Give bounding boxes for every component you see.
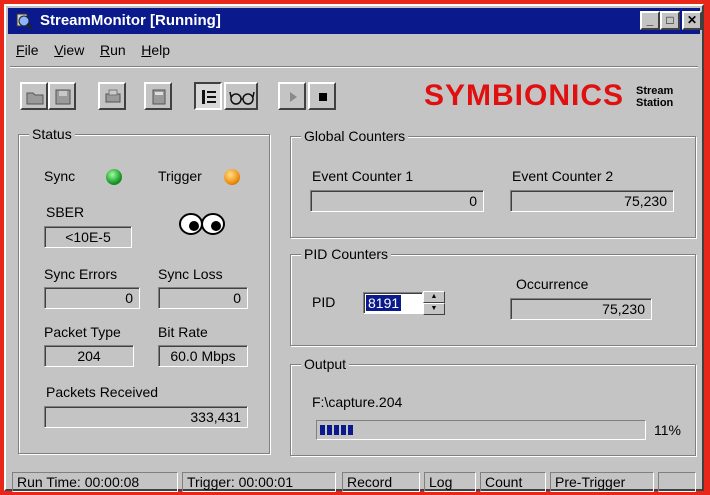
event-counter-2-label: Event Counter 2 <box>512 168 614 184</box>
save-icon <box>55 89 71 105</box>
progress-block <box>334 425 339 435</box>
logo-brand: SYMBIONICS <box>424 79 625 112</box>
occurrence-label: Occurrence <box>516 276 589 292</box>
pid-input-value[interactable]: 8191 <box>366 295 402 311</box>
event-counter-1-label: Event Counter 1 <box>312 168 414 184</box>
global-counters-group: Global Counters <box>290 128 696 238</box>
output-title: Output <box>301 356 350 372</box>
statusbar-run-time: Run Time: 00:00:08 <box>12 472 178 492</box>
packet-type-label: Packet Type <box>44 324 121 340</box>
calculator-icon <box>152 89 166 105</box>
progress-block <box>327 425 332 435</box>
menu-view[interactable]: View <box>48 38 90 58</box>
status-group-title: Status <box>29 126 75 142</box>
sync-errors-label: Sync Errors <box>44 266 118 282</box>
window-title: StreamMonitor [Running] <box>40 12 221 29</box>
sync-label: Sync <box>44 168 76 184</box>
open-button[interactable] <box>20 82 48 110</box>
sync-indicator-icon <box>106 169 122 185</box>
print-button[interactable] <box>98 82 126 110</box>
packets-received-label: Packets Received <box>46 384 159 400</box>
play-icon <box>290 92 297 102</box>
output-progress-percent: 11% <box>654 422 681 438</box>
open-folder-icon <box>26 92 44 105</box>
save-button[interactable] <box>48 82 76 110</box>
pid-spin-up-button[interactable]: ▲ <box>423 291 445 303</box>
sber-value: <10E-5 <box>44 226 132 248</box>
watching-eyes-icon <box>179 213 225 235</box>
menu-help[interactable]: Help <box>135 38 176 58</box>
pid-spinner: ▲ ▼ <box>423 291 445 315</box>
occurrence-value: 75,230 <box>510 298 652 320</box>
list-view-button[interactable] <box>194 82 222 110</box>
menu-bar: File View Run Help <box>10 38 176 62</box>
trigger-label: Trigger <box>158 168 202 184</box>
symbionics-logo: SYMBIONICS Stream Station <box>424 79 684 115</box>
maximize-button[interactable]: □ <box>660 11 680 30</box>
pid-input[interactable]: 8191 <box>363 292 423 314</box>
stream-monitor-window: StreamMonitor [Running] _ □ ✕ File View … <box>4 4 704 494</box>
minimize-button[interactable]: _ <box>640 11 660 30</box>
close-button[interactable]: ✕ <box>682 11 702 30</box>
event-counter-1-value: 0 <box>310 190 484 212</box>
print-icon <box>105 89 121 103</box>
output-progress-fill <box>320 425 353 435</box>
progress-block <box>348 425 353 435</box>
statusbar-record: Record <box>342 472 420 492</box>
statusbar-pre-trigger: Pre-Trigger <box>550 472 654 492</box>
monitor-button[interactable] <box>224 82 258 110</box>
output-progress-bar <box>316 420 646 440</box>
sync-loss-value: 0 <box>158 287 248 309</box>
sync-loss-label: Sync Loss <box>158 266 223 282</box>
output-file-path: F:\capture.204 <box>312 394 403 410</box>
bit-rate-label: Bit Rate <box>158 324 208 340</box>
stop-button[interactable] <box>308 82 336 110</box>
pid-label: PID <box>312 294 336 310</box>
play-button[interactable] <box>278 82 306 110</box>
event-counter-2-value: 75,230 <box>510 190 674 212</box>
logo-sub-station: Station <box>636 97 674 109</box>
pid-spin-down-button[interactable]: ▼ <box>423 303 445 315</box>
glasses-icon <box>229 91 255 105</box>
progress-block <box>320 425 325 435</box>
app-icon <box>16 13 33 30</box>
statusbar-trigger: Trigger: 00:00:01 <box>182 472 336 492</box>
packets-received-value: 333,431 <box>44 406 248 428</box>
calculator-button[interactable] <box>144 82 172 110</box>
title-bar[interactable]: StreamMonitor [Running] _ □ ✕ <box>8 8 702 34</box>
toolbar-separator <box>10 66 698 68</box>
global-counters-title: Global Counters <box>301 128 409 144</box>
sber-label: SBER <box>46 204 85 220</box>
statusbar-count: Count <box>480 472 546 492</box>
statusbar-log: Log <box>424 472 476 492</box>
statusbar-empty-pane <box>658 472 696 492</box>
trigger-indicator-icon <box>224 169 240 185</box>
output-group: Output <box>290 356 696 456</box>
packet-type-value: 204 <box>44 345 134 367</box>
pid-counters-title: PID Counters <box>301 246 392 262</box>
list-view-icon <box>202 90 216 104</box>
status-bar: Run Time: 00:00:08 Trigger: 00:00:01 Rec… <box>12 472 696 494</box>
progress-block <box>341 425 346 435</box>
stop-icon <box>319 93 327 101</box>
menu-run[interactable]: Run <box>94 38 132 58</box>
menu-file[interactable]: File <box>10 38 45 58</box>
sync-errors-value: 0 <box>44 287 140 309</box>
bit-rate-value: 60.0 Mbps <box>158 345 248 367</box>
logo-sub-stream: Stream <box>636 85 674 97</box>
